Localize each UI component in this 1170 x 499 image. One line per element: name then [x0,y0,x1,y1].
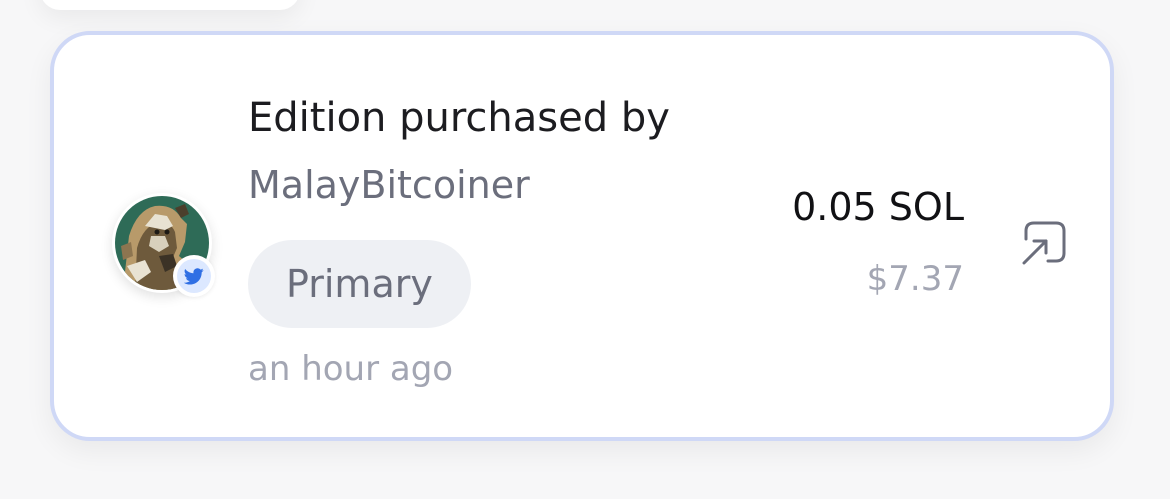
previous-card-edge [40,0,300,10]
sale-type-badge: Primary [248,240,471,328]
external-link-arrow-icon [1022,221,1066,265]
price-sol: 0.05 SOL [792,185,964,229]
buyer-avatar[interactable] [112,193,215,297]
twitter-badge [173,255,215,297]
event-title: Edition purchased by [248,95,670,141]
price-usd: $7.37 [866,259,964,299]
buyer-username-link[interactable]: MalayBitcoiner [248,163,530,207]
external-link-button[interactable] [1016,215,1072,271]
twitter-icon [184,267,204,284]
activity-card: Edition purchased by MalayBitcoiner Prim… [50,31,1114,441]
event-timestamp: an hour ago [248,349,454,389]
